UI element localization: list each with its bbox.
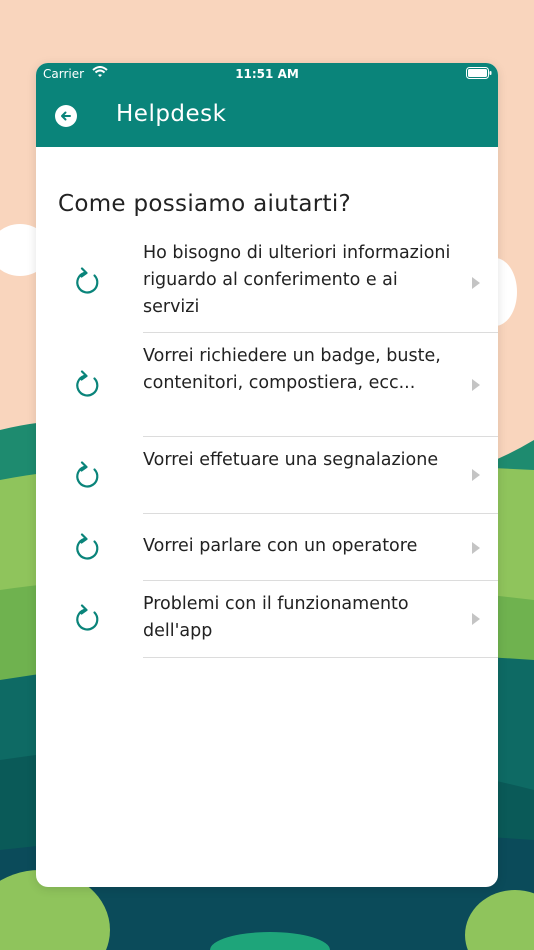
list-item[interactable]: Vorrei parlare con un operatore (36, 514, 498, 581)
help-options-list: Ho bisogno di ulteriori informazioni rig… (36, 233, 498, 658)
status-bar: Carrier 11:51 AM (36, 63, 498, 85)
chevron-right-icon (472, 613, 480, 625)
chevron-right-icon (472, 542, 480, 554)
refresh-icon (76, 533, 99, 560)
list-item-label: Vorrei effetuare una segnalazione (143, 450, 439, 470)
chevron-right-icon (472, 277, 480, 289)
refresh-icon (76, 461, 99, 488)
divider (143, 657, 498, 658)
list-item[interactable]: Ho bisogno di ulteriori informazioni rig… (36, 233, 498, 333)
refresh-icon (76, 267, 99, 294)
list-item-label: Problemi con il funzionamento dell'app (143, 594, 409, 641)
app-header: Carrier 11:51 AM Helpdesk (36, 63, 498, 147)
refresh-icon (76, 370, 99, 397)
chevron-right-icon (472, 379, 480, 391)
list-item[interactable]: Vorrei richiedere un badge, buste, conte… (36, 333, 498, 437)
refresh-icon (76, 604, 99, 631)
arrow-left-circle-icon (61, 111, 71, 121)
list-item-label: Ho bisogno di ulteriori informazioni rig… (143, 243, 451, 317)
status-time: 11:51 AM (235, 67, 299, 81)
section-heading: Come possiamo aiutarti? (58, 191, 352, 217)
list-item[interactable]: Problemi con il funzionamento dell'app (36, 581, 498, 658)
list-item-label: Vorrei parlare con un operatore (143, 536, 418, 556)
list-item-label: Vorrei richiedere un badge, buste, conte… (143, 346, 441, 393)
list-item[interactable]: Vorrei effetuare una segnalazione (36, 437, 498, 514)
page-title: Helpdesk (116, 101, 227, 127)
battery-icon (466, 67, 492, 79)
back-button[interactable] (55, 105, 77, 127)
chevron-right-icon (472, 469, 480, 481)
app-window: Carrier 11:51 AM Helpdesk Come possiamo … (36, 63, 498, 887)
